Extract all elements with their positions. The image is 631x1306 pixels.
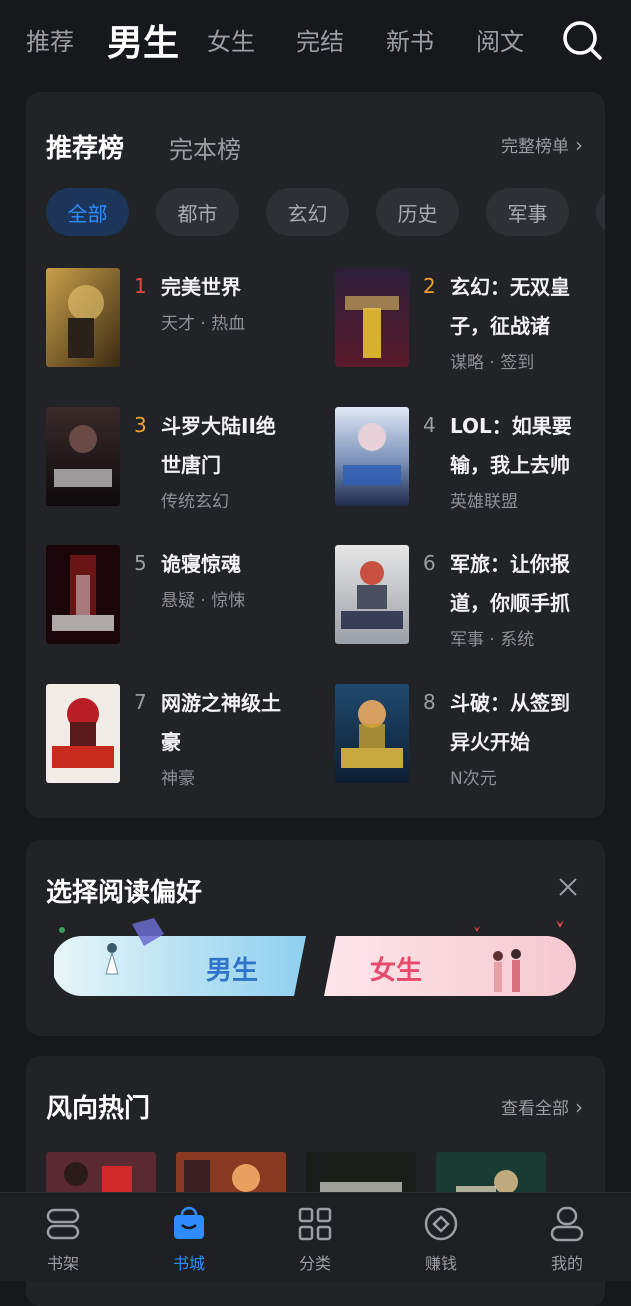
tab-completed-ranking[interactable]: 完本榜 xyxy=(169,130,241,165)
book-tags: 天才 · 热血 xyxy=(161,314,246,334)
rank-number: 7 xyxy=(134,690,147,714)
book-tags: 神豪 xyxy=(161,769,195,789)
tab-male[interactable]: 男生 xyxy=(107,14,179,66)
book-tags: 谋略 · 签到 xyxy=(450,353,535,373)
male-label: 男生 xyxy=(206,956,259,986)
ranking-book-1[interactable]: 1 完美世界 天才 · 热血 xyxy=(46,268,316,378)
chip-military[interactable]: 军事 xyxy=(486,188,569,236)
chip-all[interactable]: 全部 xyxy=(46,188,129,236)
nav-bookstore[interactable]: 书城 xyxy=(144,1193,234,1281)
nav-label: 分类 xyxy=(298,1254,331,1273)
nav-label: 赚钱 xyxy=(424,1254,457,1273)
female-label: 女生 xyxy=(370,956,423,986)
ranking-book-8[interactable]: 8 斗破：从签到异火开始 N次元 xyxy=(335,684,605,794)
reading-preference-card: 选择阅读偏好 男生 女生 xyxy=(26,840,605,1036)
earn-coin-icon xyxy=(424,1207,458,1241)
tab-recommend[interactable]: 推荐 xyxy=(26,22,74,57)
chip-fantasy[interactable]: 玄幻 xyxy=(266,188,349,236)
ranking-book-6[interactable]: 6 军旅：让你报道，你顺手抓 军事 · 系统 xyxy=(335,545,605,655)
preference-title: 选择阅读偏好 xyxy=(46,878,203,908)
book-title: 斗罗大陆II绝世唐门 xyxy=(161,414,276,477)
rank-number: 5 xyxy=(134,551,147,575)
search-icon[interactable] xyxy=(560,18,604,62)
nav-label: 我的 xyxy=(550,1254,583,1273)
chip-more[interactable] xyxy=(596,188,605,236)
nav-category[interactable]: 分类 xyxy=(270,1193,360,1281)
rank-number: 8 xyxy=(423,690,436,714)
category-grid-icon xyxy=(298,1207,332,1241)
book-cover xyxy=(46,545,120,644)
book-cover xyxy=(335,684,409,783)
book-title: 军旅：让你报道，你顺手抓 xyxy=(450,552,570,615)
tab-completed[interactable]: 完结 xyxy=(296,22,344,57)
full-ranking-label: 完整榜单 xyxy=(501,137,569,157)
ranking-book-4[interactable]: 4 LOL：如果要输，我上去帅 英雄联盟 xyxy=(335,407,605,517)
rank-number: 3 xyxy=(134,413,147,437)
book-cover xyxy=(335,268,409,367)
book-tags: 传统玄幻 xyxy=(161,492,229,512)
chevron-right-icon: › xyxy=(575,133,583,157)
male-preference-button[interactable]: 男生 xyxy=(52,916,306,1002)
nav-profile[interactable]: 我的 xyxy=(522,1193,612,1281)
bottom-nav: 书架 书城 分类 赚钱 我的 xyxy=(0,1192,631,1281)
category-chips: 全部 都市 玄幻 历史 军事 xyxy=(46,188,605,236)
chip-urban[interactable]: 都市 xyxy=(156,188,239,236)
book-tags: 悬疑 · 惊悚 xyxy=(161,591,246,611)
book-cover xyxy=(335,407,409,506)
book-cover xyxy=(46,407,120,506)
tab-yuewen[interactable]: 阅文 xyxy=(476,22,534,57)
book-tags: 英雄联盟 xyxy=(450,492,518,512)
ranking-book-3[interactable]: 3 斗罗大陆II绝世唐门 传统玄幻 xyxy=(46,407,316,517)
book-title: 斗破：从签到异火开始 xyxy=(450,691,570,754)
book-cover xyxy=(46,268,120,367)
tab-new-books[interactable]: 新书 xyxy=(386,22,434,57)
rank-number: 6 xyxy=(423,551,436,575)
chevron-right-icon: › xyxy=(575,1095,583,1119)
book-title: 诡寝惊魂 xyxy=(161,552,241,576)
rank-number: 1 xyxy=(134,274,147,298)
view-all-link[interactable]: 查看全部 › xyxy=(501,1094,583,1119)
ranking-book-7[interactable]: 7 网游之神级土豪 神豪 xyxy=(46,684,316,794)
ranking-book-2[interactable]: 2 玄幻：无双皇子，征战诸 谋略 · 签到 xyxy=(335,268,605,378)
book-title: 网游之神级土豪 xyxy=(161,691,281,754)
chip-history[interactable]: 历史 xyxy=(376,188,459,236)
book-tags: 军事 · 系统 xyxy=(450,630,535,650)
trending-title: 风向热门 xyxy=(46,1094,151,1124)
profile-icon xyxy=(550,1206,584,1242)
tab-female[interactable]: 女生 xyxy=(207,22,255,57)
nav-label: 书城 xyxy=(172,1254,205,1273)
book-cover xyxy=(335,545,409,644)
book-title: LOL：如果要输，我上去帅 xyxy=(450,414,572,477)
nav-label: 书架 xyxy=(46,1254,79,1273)
book-title: 完美世界 xyxy=(161,275,241,299)
rank-number: 4 xyxy=(423,413,436,437)
nav-bookshelf[interactable]: 书架 xyxy=(18,1193,108,1281)
full-ranking-link[interactable]: 完整榜单 › xyxy=(501,132,583,157)
ranking-card: 推荐榜 完本榜 完整榜单 › 全部 都市 玄幻 历史 军事 1 完美世界 天才 ·… xyxy=(26,92,605,818)
top-nav: 推荐 男生 女生 完结 新书 阅文 xyxy=(0,0,631,80)
female-preference-button[interactable]: 女生 xyxy=(324,916,576,1002)
ranking-book-5[interactable]: 5 诡寝惊魂 悬疑 · 惊悚 xyxy=(46,545,316,655)
close-icon[interactable] xyxy=(557,876,579,898)
book-title: 玄幻：无双皇子，征战诸 xyxy=(450,275,570,338)
rank-number: 2 xyxy=(423,274,436,298)
book-tags: N次元 xyxy=(450,769,497,789)
bookstore-icon xyxy=(174,1206,204,1239)
nav-earn[interactable]: 赚钱 xyxy=(396,1193,486,1281)
view-all-label: 查看全部 xyxy=(501,1099,569,1119)
book-cover xyxy=(46,684,120,783)
tab-recommend-ranking[interactable]: 推荐榜 xyxy=(46,128,124,165)
bookshelf-icon xyxy=(46,1208,80,1240)
